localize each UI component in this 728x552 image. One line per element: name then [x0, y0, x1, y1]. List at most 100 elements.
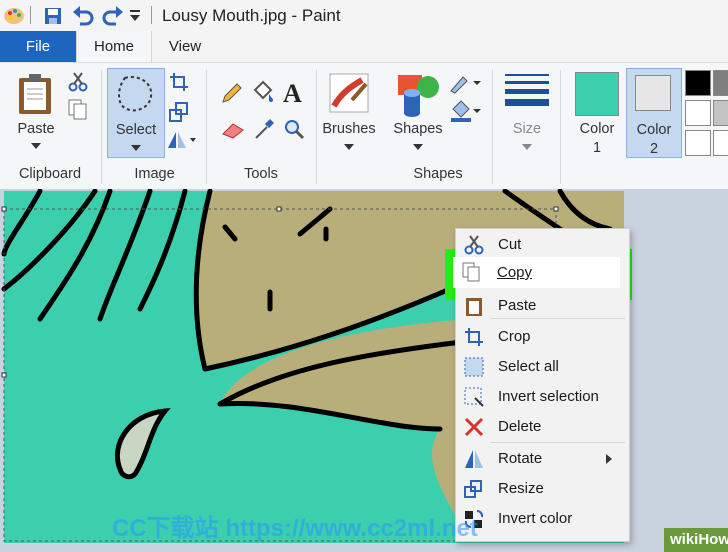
palette-swatch-white[interactable] [685, 130, 711, 156]
menu-item-label: Delete [498, 418, 542, 435]
color1-button[interactable]: Color 1 [570, 68, 624, 156]
palette-swatch-lightgray[interactable] [713, 100, 728, 126]
free-form-select-icon [118, 76, 153, 112]
menu-item-select-all[interactable]: Select all [456, 353, 629, 381]
group-clipboard: Clipboard [18, 166, 82, 182]
save-icon[interactable] [44, 7, 62, 25]
shapes-label: Shapes [393, 121, 443, 137]
shapes-icon [398, 75, 439, 117]
menu-item-invert-color[interactable]: Invert color [456, 505, 629, 533]
quick-access-dropdown-icon[interactable] [128, 10, 142, 22]
color2-number: 2 [649, 141, 659, 157]
menu-item-label: Cut [498, 236, 522, 253]
tab-view[interactable]: View [152, 31, 218, 62]
paste-icon [466, 298, 482, 316]
chevron-down-icon [413, 144, 423, 150]
menu-item-rotate[interactable]: Rotate [456, 445, 629, 473]
color-picker-icon[interactable] [253, 118, 275, 140]
magnifier-icon[interactable] [283, 118, 305, 140]
menu-item-label: Copy [497, 264, 533, 281]
eraser-icon[interactable] [221, 122, 245, 140]
menu-item-delete[interactable]: Delete [456, 413, 629, 441]
chevron-down-icon [31, 143, 41, 149]
group-image: Image [134, 166, 175, 182]
undo-icon[interactable] [72, 6, 94, 26]
size-button[interactable]: Size [500, 68, 554, 158]
paste-label: Paste [17, 121, 55, 137]
ribbon-separator [101, 70, 102, 184]
redo-icon[interactable] [102, 6, 124, 26]
color2-swatch [635, 75, 671, 111]
size-label: Size [512, 121, 542, 137]
brushes-label: Brushes [322, 121, 376, 137]
group-shapes: Shapes [413, 166, 463, 182]
cut-icon[interactable] [68, 72, 88, 92]
cut-icon [464, 235, 484, 255]
brushes-button[interactable]: Brushes [320, 68, 378, 158]
color1-label: Color [579, 121, 615, 137]
color2-button[interactable]: Color 2 [626, 68, 682, 158]
rotate-icon[interactable] [166, 130, 198, 150]
select-all-icon [464, 357, 484, 377]
line-size-icon [505, 74, 549, 106]
color1-swatch [575, 72, 619, 116]
menu-item-paste[interactable]: Paste [456, 292, 629, 320]
palette-swatch-black[interactable] [685, 70, 711, 96]
resize-icon [464, 480, 482, 498]
chevron-down-icon [131, 145, 141, 151]
crop-icon[interactable] [169, 72, 189, 92]
window-title: Lousy Mouth.jpg - Paint [162, 6, 341, 25]
brush-icon [329, 73, 369, 113]
resize-icon[interactable] [169, 102, 189, 122]
color2-label: Color [636, 122, 672, 138]
paste-button[interactable]: Paste [10, 68, 62, 160]
group-tools: Tools [244, 166, 278, 182]
chevron-right-icon [606, 454, 612, 464]
fill-icon[interactable] [251, 80, 275, 104]
menu-item-label: Invert selection [498, 388, 599, 405]
invert-selection-icon [464, 387, 484, 407]
chevron-down-icon [522, 144, 532, 150]
palette-swatch-gray[interactable] [713, 70, 728, 96]
wikihow-badge: wikiHow [664, 528, 728, 552]
svg-text:A: A [283, 80, 302, 106]
rotate-icon [465, 450, 483, 468]
menu-item-label: Resize [498, 480, 544, 497]
chevron-down-icon [344, 144, 354, 150]
tab-home[interactable]: Home [76, 31, 152, 63]
palette-swatch-white[interactable] [713, 130, 728, 156]
menu-item-label: Paste [498, 297, 537, 314]
fill-shape-icon[interactable] [449, 99, 483, 123]
menu-item-label: Crop [498, 328, 531, 345]
delete-icon [464, 417, 484, 437]
title-separator [151, 6, 152, 24]
ribbon-separator [492, 70, 493, 184]
menu-item-cut[interactable]: Cut [456, 231, 629, 259]
paint-app-icon[interactable] [2, 3, 26, 27]
text-icon[interactable]: A [281, 80, 305, 106]
crop-icon [465, 328, 483, 346]
palette-swatch-white[interactable] [685, 100, 711, 126]
menu-item-invert-selection[interactable]: Invert selection [456, 383, 629, 411]
color-palette [684, 70, 728, 158]
watermark-text: CC下载站 https://www.cc2ml.net [112, 515, 478, 542]
menu-item-crop[interactable]: Crop [456, 323, 629, 351]
ribbon-separator [560, 70, 561, 184]
color1-number: 1 [592, 140, 602, 156]
outline-icon[interactable] [449, 73, 483, 95]
menu-item-label: Rotate [498, 450, 543, 467]
menu-item-resize[interactable]: Resize [456, 475, 629, 503]
wikihow-label: wikiHow [670, 531, 728, 548]
menu-item-copy[interactable]: Copy [453, 257, 620, 288]
shapes-button[interactable]: Shapes [390, 68, 446, 158]
menu-separator [491, 442, 625, 443]
select-label: Select [115, 122, 157, 138]
menu-item-label: Invert color [498, 510, 573, 527]
tab-file[interactable]: File [0, 31, 76, 62]
title-separator [30, 6, 31, 24]
pencil-icon[interactable] [221, 82, 243, 104]
select-button[interactable]: Select [107, 68, 165, 158]
copy-icon[interactable] [68, 99, 88, 121]
copy-icon [462, 262, 480, 282]
title-bar: Lousy Mouth.jpg - Paint [0, 0, 728, 31]
